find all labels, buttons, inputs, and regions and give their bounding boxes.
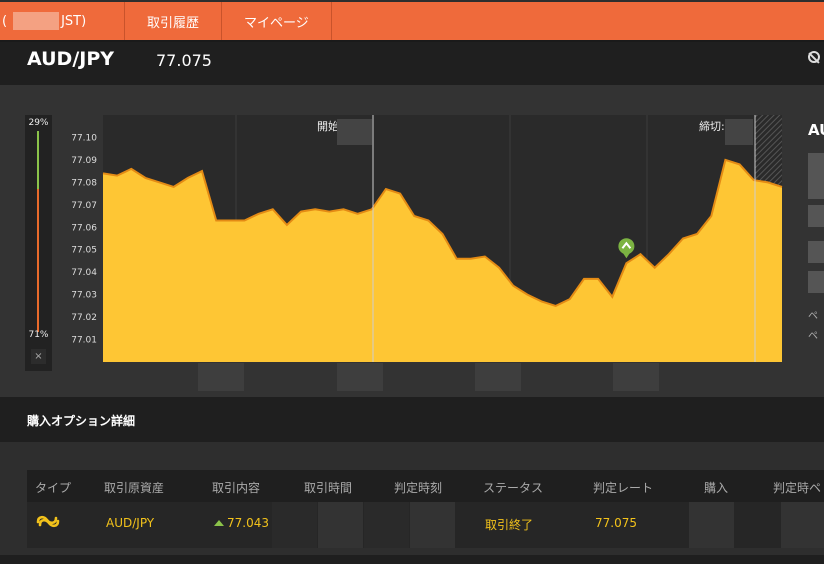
tab-time[interactable]: ( JST) (0, 2, 125, 40)
side-button-2[interactable] (808, 205, 824, 227)
col-content: 取引内容 (212, 481, 261, 495)
x-label-redacted (337, 363, 383, 391)
current-rate: 77.075 (156, 51, 212, 70)
start-label: 開始 (317, 119, 339, 133)
y-tick-label: 77.02 (71, 313, 97, 323)
start-time-redacted (337, 119, 372, 145)
y-tick-label: 77.07 (71, 201, 97, 211)
close-icon[interactable]: × (31, 349, 46, 364)
col-judge-rate: 判定レート (593, 481, 654, 495)
asset-header: AUD/JPY 77.075 (0, 42, 824, 85)
x-label-redacted (613, 363, 659, 391)
side-note-2: ペ (808, 331, 818, 342)
row-content: 77.043 (214, 516, 269, 530)
gauge-up-bar (37, 131, 39, 189)
col-judge-extra: 判定時ペ (773, 481, 822, 495)
redacted-cell (410, 502, 455, 548)
col-judge-time: 判定時刻 (394, 481, 443, 495)
table-row[interactable]: AUD/JPY 77.043 取引終了 77.075 (27, 502, 824, 548)
bottom-bar (0, 555, 824, 564)
col-status: ステータス (483, 481, 544, 495)
high-low-type-icon (36, 515, 60, 528)
side-button-1[interactable] (808, 153, 824, 199)
row-status: 取引終了 (485, 518, 534, 532)
row-content-value: 77.043 (227, 516, 269, 530)
entry-marker (618, 238, 635, 255)
col-asset: 取引原資産 (104, 481, 165, 495)
asset-pair: AUD/JPY (27, 48, 115, 70)
tab-time-left: ( (2, 13, 8, 29)
section-title: 購入オプション詳細 (27, 414, 136, 428)
y-tick-label: 77.04 (71, 268, 97, 278)
gauge-top-pct: 29% (28, 118, 49, 128)
col-time: 取引時間 (304, 481, 353, 495)
redacted-cell (272, 502, 317, 548)
gauge-down-bar (37, 189, 39, 332)
y-tick-label: 77.03 (71, 291, 97, 301)
redacted-text (13, 12, 60, 30)
prohibited-icon[interactable] (808, 51, 820, 63)
price-chart: 開始 締切: 77.10 77.09 77.08 77.07 77.06 77.05 77.04… (71, 115, 783, 362)
side-label: AU (808, 121, 824, 139)
close-label: 締切: (699, 119, 725, 133)
redacted-cell (364, 502, 409, 548)
x-label-redacted (475, 363, 521, 391)
redacted-cell (689, 502, 734, 548)
col-type: タイプ (35, 481, 72, 495)
purchase-options-header: 購入オプション詳細 (0, 397, 824, 442)
col-purchase: 購入 (704, 481, 729, 495)
options-table: タイプ 取引原資産 取引内容 取引時間 判定時刻 ステータス 判定レート 購入 … (27, 470, 824, 548)
arrow-up-icon (214, 520, 224, 526)
tab-trade-history[interactable]: 取引履歴 (125, 2, 223, 40)
y-tick-label: 77.10 (71, 133, 97, 143)
tab-time-right: JST) (61, 13, 87, 29)
y-tick-label: 77.08 (71, 178, 97, 188)
close-time-redacted (725, 119, 753, 145)
side-panel: AU ペ ペ (806, 115, 824, 345)
x-label-redacted (198, 363, 244, 391)
table-header: タイプ 取引原資産 取引内容 取引時間 判定時刻 ステータス 判定レート 購入 … (27, 470, 824, 502)
side-note-1: ペ (808, 311, 818, 322)
redacted-cell (781, 502, 824, 548)
y-tick-label: 77.09 (71, 156, 97, 166)
sentiment-gauge: 29% 71% × (25, 115, 52, 371)
side-button-4[interactable] (808, 271, 824, 293)
row-judge-rate: 77.075 (595, 516, 637, 530)
y-tick-label: 77.06 (71, 223, 97, 233)
top-nav: ( JST) 取引履歴 マイページ (0, 2, 824, 40)
gauge-bottom-pct: 71% (28, 330, 49, 340)
tab-mypage[interactable]: マイページ (222, 2, 332, 40)
row-asset: AUD/JPY (106, 516, 155, 530)
side-button-3[interactable] (808, 241, 824, 263)
y-tick-label: 77.05 (71, 246, 97, 256)
y-tick-label: 77.01 (71, 336, 97, 346)
redacted-cell (318, 502, 363, 548)
